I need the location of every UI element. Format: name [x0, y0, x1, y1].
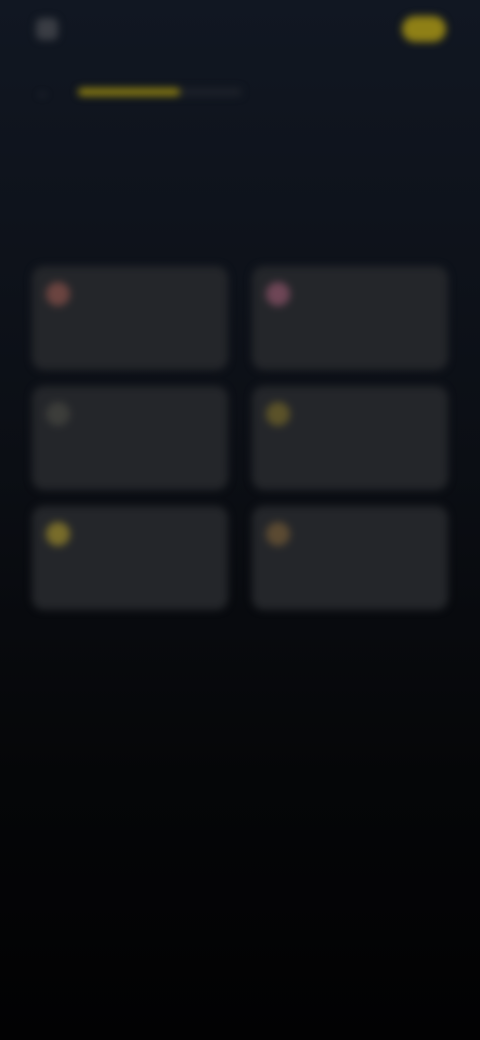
- leaf-icon: ❦: [266, 522, 290, 546]
- back-arrow-icon[interactable]: ←: [36, 84, 52, 100]
- progress-bar-fill: [78, 88, 180, 96]
- star-icon: ★: [46, 522, 70, 546]
- option-card[interactable]: ★: [32, 506, 228, 610]
- app-logo-icon: [36, 18, 58, 40]
- flower-icon: ✿: [266, 282, 290, 306]
- screen: ← ♥ ✿ ● ☀ ★ ❦: [0, 0, 480, 1040]
- options-grid: ♥ ✿ ● ☀ ★ ❦: [32, 266, 448, 610]
- option-card[interactable]: ❦: [252, 506, 448, 610]
- option-card[interactable]: ♥: [32, 266, 228, 370]
- app-name: [66, 20, 126, 36]
- top-bar: [0, 0, 480, 56]
- option-card[interactable]: ●: [32, 386, 228, 490]
- progress-bar: [78, 88, 242, 96]
- sun-icon: ☀: [266, 402, 290, 426]
- option-card[interactable]: ✿: [252, 266, 448, 370]
- circle-icon: ●: [46, 402, 70, 426]
- option-card[interactable]: ☀: [252, 386, 448, 490]
- cta-button[interactable]: [402, 16, 446, 42]
- heart-icon: ♥: [46, 282, 70, 306]
